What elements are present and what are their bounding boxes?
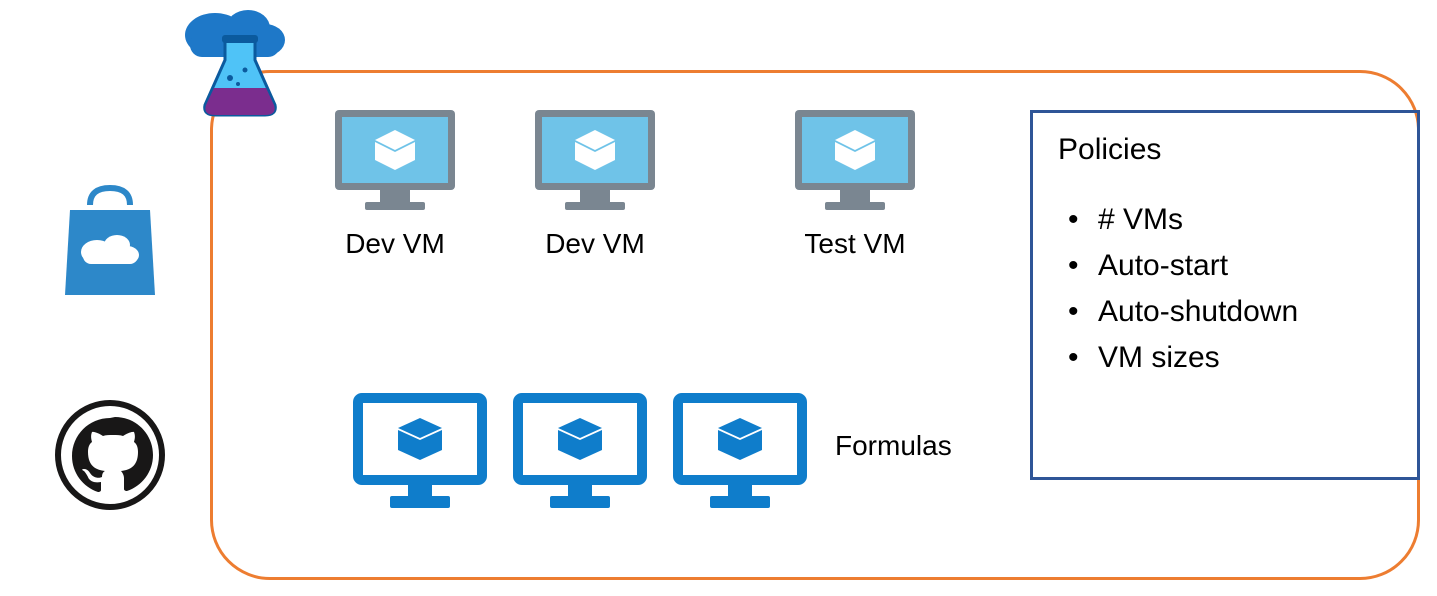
vm-label: Dev VM	[330, 228, 460, 260]
vm-monitor-icon	[530, 105, 660, 215]
policy-item: Auto-shutdown	[1058, 289, 1392, 335]
policy-item: VM sizes	[1058, 335, 1392, 381]
policy-item: Auto-start	[1058, 243, 1392, 289]
policies-box: Policies # VMs Auto-start Auto-shutdown …	[1030, 110, 1420, 480]
vm-label: Test VM	[790, 228, 920, 260]
devtest-labs-icon	[170, 0, 300, 120]
formula-monitor-icon	[670, 390, 810, 515]
vm-label: Dev VM	[530, 228, 660, 260]
vm-test: Test VM	[790, 105, 920, 260]
vm-dev-1: Dev VM	[330, 105, 460, 260]
formula-monitor-icon	[350, 390, 490, 515]
github-icon	[55, 400, 165, 510]
policy-item: # VMs	[1058, 197, 1392, 243]
policies-list: # VMs Auto-start Auto-shutdown VM sizes	[1058, 197, 1392, 381]
formulas-label: Formulas	[835, 430, 952, 462]
formula-monitor-icon	[510, 390, 650, 515]
formula-vm-1	[350, 390, 490, 520]
policies-title: Policies	[1058, 133, 1392, 167]
formula-vm-3	[670, 390, 810, 520]
formula-vm-2	[510, 390, 650, 520]
vm-monitor-icon	[330, 105, 460, 215]
vm-dev-2: Dev VM	[530, 105, 660, 260]
vm-monitor-icon	[790, 105, 920, 215]
marketplace-icon	[55, 180, 165, 300]
